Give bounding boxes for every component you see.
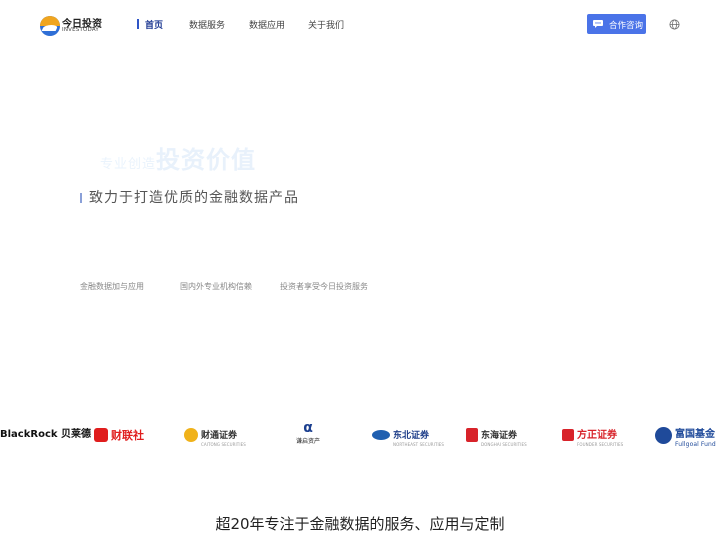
hero-title: 专业创造投资价值 xyxy=(100,140,256,175)
donghai-logo-icon xyxy=(466,428,478,442)
partner-caitong: 财通证券 CAITONG SECURITIES xyxy=(184,423,246,447)
partner-name: 东海证券 xyxy=(481,431,518,441)
partner-name: 财联社 xyxy=(111,429,144,442)
partner-sub: Fullgoal Fund xyxy=(675,441,716,448)
nav-active-indicator xyxy=(137,19,139,29)
hero-title-prefix: 专业创造 xyxy=(100,157,157,172)
partner-cls: 财联社 xyxy=(94,423,144,447)
hero-accent-bar xyxy=(80,193,82,203)
nav-home[interactable]: 首页 xyxy=(145,18,163,31)
section-heading: 超20年专注于金融数据的服务、应用与定制 xyxy=(215,515,505,533)
partner-sub: DONGHAI SECURITIES xyxy=(481,442,527,447)
partner-name: 富国基金 xyxy=(675,429,715,440)
partner-fullgoal: 富国基金 Fullgoal Fund xyxy=(655,423,716,448)
founder-logo-icon xyxy=(562,429,574,441)
nav-data-applications[interactable]: 数据应用 xyxy=(249,18,285,31)
partner-name: 东北证券 xyxy=(393,431,430,441)
partner-sub: FOUNDER SECURITIES xyxy=(577,442,624,447)
northeast-logo-icon xyxy=(372,430,390,440)
logo-text-en: INVESTODAY xyxy=(62,27,99,33)
feature-item: 投资者享受今日投资服务 xyxy=(280,282,368,291)
caitong-logo-icon xyxy=(184,428,198,442)
partner-donghai: 东海证券 DONGHAI SECURITIES xyxy=(466,423,527,447)
qianqi-logo-icon: α xyxy=(303,420,313,436)
hero-title-main: 投资价值 xyxy=(156,146,257,174)
globe-icon[interactable] xyxy=(669,19,680,30)
fullgoal-logo-icon xyxy=(655,426,672,444)
consult-button[interactable]: 合作咨询 xyxy=(587,14,646,34)
logo-mark-icon xyxy=(40,16,60,36)
partner-northeast: 东北证券 NORTHEAST SECURITIES xyxy=(372,423,444,447)
feature-item: 国内外专业机构信赖 xyxy=(180,282,252,291)
partner-qianqi: α 谦启资产 xyxy=(296,421,320,445)
cls-logo-icon xyxy=(94,428,108,442)
nav-about-us[interactable]: 关于我们 xyxy=(308,18,344,31)
partner-blackrock: BlackRock 贝莱德 xyxy=(0,423,91,447)
consult-button-label: 合作咨询 xyxy=(609,21,644,31)
partner-name: 财通证券 xyxy=(201,431,238,441)
partner-name: BlackRock 贝莱德 xyxy=(0,429,92,440)
site-logo[interactable]: 今日投资 INVESTODAY xyxy=(40,14,102,38)
partner-name: 方正证券 xyxy=(577,430,617,441)
chat-bubble-icon xyxy=(593,20,603,28)
top-nav-bar: 今日投资 INVESTODAY 首页 数据服务 数据应用 关于我们 合作咨询 xyxy=(0,0,720,50)
hero-subtitle: 致力于打造优质的金融数据产品 xyxy=(89,190,299,206)
partner-sub: NORTHEAST SECURITIES xyxy=(393,442,445,447)
partner-founder: 方正证券 FOUNDER SECURITIES xyxy=(562,423,623,447)
nav-data-services[interactable]: 数据服务 xyxy=(189,18,225,31)
partner-sub: CAITONG SECURITIES xyxy=(201,442,246,447)
partner-name: 谦启资产 xyxy=(296,438,321,445)
feature-item: 金融数据加与应用 xyxy=(80,282,144,291)
